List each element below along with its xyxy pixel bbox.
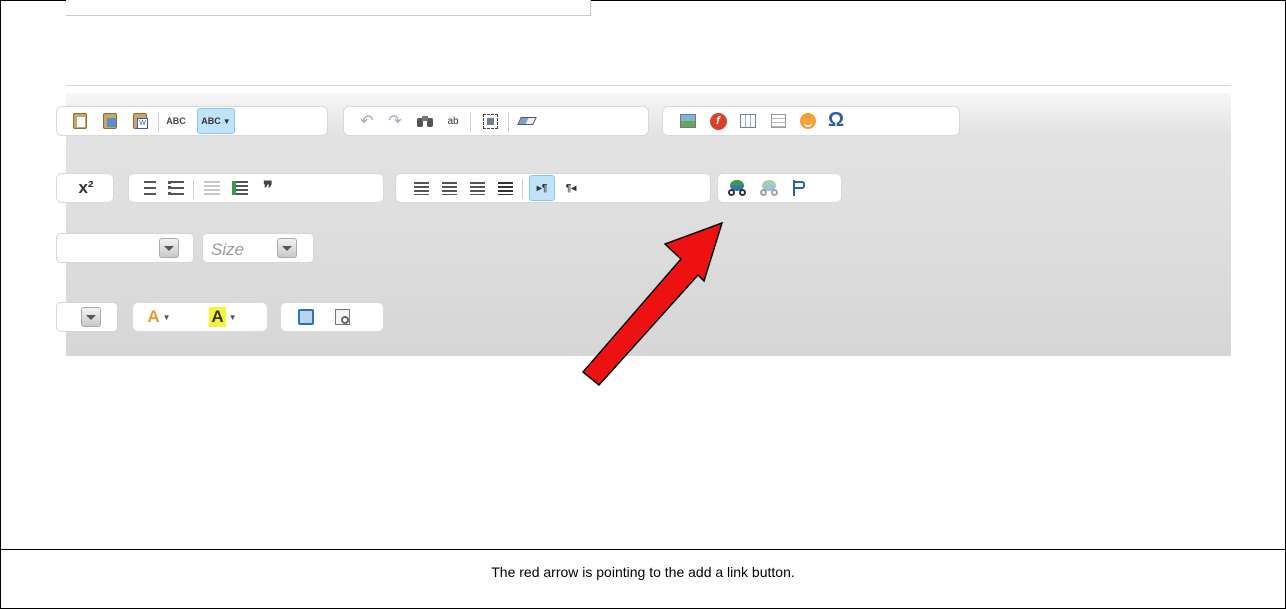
annotation-caption: The red arrow is pointing to the add a l… (491, 564, 795, 580)
caption-divider (0, 549, 1286, 550)
red-arrow-icon (581, 221, 724, 387)
annotation-arrow (581, 221, 724, 387)
